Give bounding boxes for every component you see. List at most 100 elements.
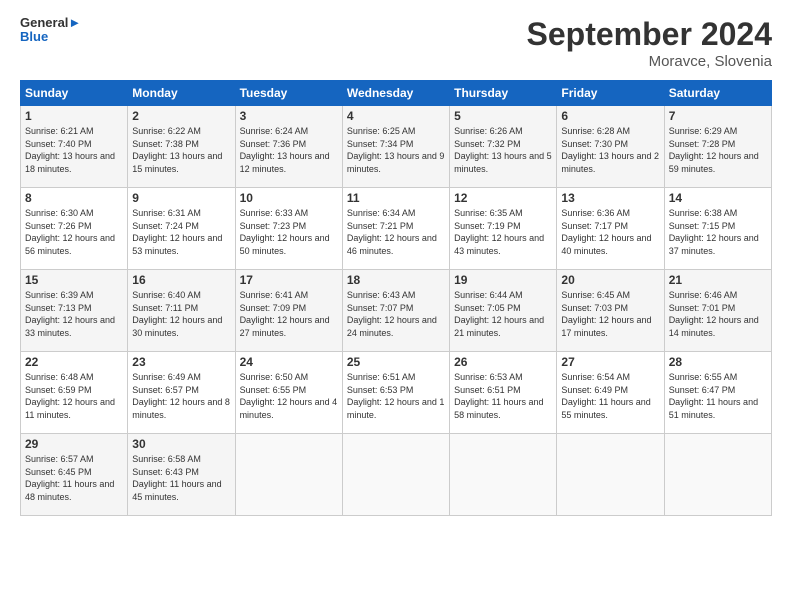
calendar-cell <box>450 434 557 516</box>
day-number: 25 <box>347 355 445 369</box>
table-row: 22 Sunrise: 6:48 AMSunset: 6:59 PMDaylig… <box>21 352 772 434</box>
col-saturday: Saturday <box>664 81 771 106</box>
day-number: 24 <box>240 355 338 369</box>
calendar-table: Sunday Monday Tuesday Wednesday Thursday… <box>20 80 772 516</box>
cell-info: Sunrise: 6:25 AMSunset: 7:34 PMDaylight:… <box>347 125 445 175</box>
table-row: 1 Sunrise: 6:21 AMSunset: 7:40 PMDayligh… <box>21 106 772 188</box>
cell-info: Sunrise: 6:31 AMSunset: 7:24 PMDaylight:… <box>132 207 230 257</box>
day-number: 13 <box>561 191 659 205</box>
day-number: 23 <box>132 355 230 369</box>
cell-info: Sunrise: 6:33 AMSunset: 7:23 PMDaylight:… <box>240 207 338 257</box>
calendar-cell: 1 Sunrise: 6:21 AMSunset: 7:40 PMDayligh… <box>21 106 128 188</box>
day-number: 30 <box>132 437 230 451</box>
calendar-body: 1 Sunrise: 6:21 AMSunset: 7:40 PMDayligh… <box>21 106 772 516</box>
cell-info: Sunrise: 6:35 AMSunset: 7:19 PMDaylight:… <box>454 207 552 257</box>
cell-info: Sunrise: 6:55 AMSunset: 6:47 PMDaylight:… <box>669 371 767 421</box>
col-monday: Monday <box>128 81 235 106</box>
day-number: 20 <box>561 273 659 287</box>
calendar-cell: 12 Sunrise: 6:35 AMSunset: 7:19 PMDaylig… <box>450 188 557 270</box>
calendar-cell: 14 Sunrise: 6:38 AMSunset: 7:15 PMDaylig… <box>664 188 771 270</box>
cell-info: Sunrise: 6:29 AMSunset: 7:28 PMDaylight:… <box>669 125 767 175</box>
cell-info: Sunrise: 6:48 AMSunset: 6:59 PMDaylight:… <box>25 371 123 421</box>
cell-info: Sunrise: 6:36 AMSunset: 7:17 PMDaylight:… <box>561 207 659 257</box>
calendar-cell: 19 Sunrise: 6:44 AMSunset: 7:05 PMDaylig… <box>450 270 557 352</box>
cell-info: Sunrise: 6:44 AMSunset: 7:05 PMDaylight:… <box>454 289 552 339</box>
calendar-cell: 22 Sunrise: 6:48 AMSunset: 6:59 PMDaylig… <box>21 352 128 434</box>
day-number: 15 <box>25 273 123 287</box>
cell-info: Sunrise: 6:28 AMSunset: 7:30 PMDaylight:… <box>561 125 659 175</box>
day-number: 19 <box>454 273 552 287</box>
calendar-cell: 15 Sunrise: 6:39 AMSunset: 7:13 PMDaylig… <box>21 270 128 352</box>
calendar-cell: 2 Sunrise: 6:22 AMSunset: 7:38 PMDayligh… <box>128 106 235 188</box>
day-number: 29 <box>25 437 123 451</box>
day-number: 10 <box>240 191 338 205</box>
cell-info: Sunrise: 6:49 AMSunset: 6:57 PMDaylight:… <box>132 371 230 421</box>
location: Moravce, Slovenia <box>527 53 772 70</box>
cell-info: Sunrise: 6:58 AMSunset: 6:43 PMDaylight:… <box>132 453 230 503</box>
day-number: 26 <box>454 355 552 369</box>
day-number: 11 <box>347 191 445 205</box>
header-row: Sunday Monday Tuesday Wednesday Thursday… <box>21 81 772 106</box>
day-number: 12 <box>454 191 552 205</box>
cell-info: Sunrise: 6:57 AMSunset: 6:45 PMDaylight:… <box>25 453 123 503</box>
day-number: 4 <box>347 109 445 123</box>
cell-info: Sunrise: 6:21 AMSunset: 7:40 PMDaylight:… <box>25 125 123 175</box>
calendar-cell: 6 Sunrise: 6:28 AMSunset: 7:30 PMDayligh… <box>557 106 664 188</box>
cell-info: Sunrise: 6:43 AMSunset: 7:07 PMDaylight:… <box>347 289 445 339</box>
day-number: 14 <box>669 191 767 205</box>
day-number: 1 <box>25 109 123 123</box>
day-number: 6 <box>561 109 659 123</box>
cell-info: Sunrise: 6:30 AMSunset: 7:26 PMDaylight:… <box>25 207 123 257</box>
cell-info: Sunrise: 6:40 AMSunset: 7:11 PMDaylight:… <box>132 289 230 339</box>
calendar-cell: 24 Sunrise: 6:50 AMSunset: 6:55 PMDaylig… <box>235 352 342 434</box>
calendar-cell: 8 Sunrise: 6:30 AMSunset: 7:26 PMDayligh… <box>21 188 128 270</box>
cell-info: Sunrise: 6:41 AMSunset: 7:09 PMDaylight:… <box>240 289 338 339</box>
day-number: 5 <box>454 109 552 123</box>
calendar-cell: 3 Sunrise: 6:24 AMSunset: 7:36 PMDayligh… <box>235 106 342 188</box>
calendar-cell: 29 Sunrise: 6:57 AMSunset: 6:45 PMDaylig… <box>21 434 128 516</box>
calendar-cell: 25 Sunrise: 6:51 AMSunset: 6:53 PMDaylig… <box>342 352 449 434</box>
calendar-cell: 16 Sunrise: 6:40 AMSunset: 7:11 PMDaylig… <box>128 270 235 352</box>
calendar-cell: 4 Sunrise: 6:25 AMSunset: 7:34 PMDayligh… <box>342 106 449 188</box>
calendar-cell: 13 Sunrise: 6:36 AMSunset: 7:17 PMDaylig… <box>557 188 664 270</box>
calendar-cell <box>664 434 771 516</box>
cell-info: Sunrise: 6:39 AMSunset: 7:13 PMDaylight:… <box>25 289 123 339</box>
day-number: 8 <box>25 191 123 205</box>
calendar-cell: 20 Sunrise: 6:45 AMSunset: 7:03 PMDaylig… <box>557 270 664 352</box>
calendar-cell: 9 Sunrise: 6:31 AMSunset: 7:24 PMDayligh… <box>128 188 235 270</box>
cell-info: Sunrise: 6:22 AMSunset: 7:38 PMDaylight:… <box>132 125 230 175</box>
calendar-cell: 7 Sunrise: 6:29 AMSunset: 7:28 PMDayligh… <box>664 106 771 188</box>
day-number: 7 <box>669 109 767 123</box>
calendar-cell: 17 Sunrise: 6:41 AMSunset: 7:09 PMDaylig… <box>235 270 342 352</box>
calendar-cell: 21 Sunrise: 6:46 AMSunset: 7:01 PMDaylig… <box>664 270 771 352</box>
table-row: 8 Sunrise: 6:30 AMSunset: 7:26 PMDayligh… <box>21 188 772 270</box>
col-thursday: Thursday <box>450 81 557 106</box>
table-row: 15 Sunrise: 6:39 AMSunset: 7:13 PMDaylig… <box>21 270 772 352</box>
calendar-cell: 23 Sunrise: 6:49 AMSunset: 6:57 PMDaylig… <box>128 352 235 434</box>
month-title: September 2024 <box>527 16 772 53</box>
day-number: 2 <box>132 109 230 123</box>
day-number: 21 <box>669 273 767 287</box>
cell-info: Sunrise: 6:34 AMSunset: 7:21 PMDaylight:… <box>347 207 445 257</box>
day-number: 16 <box>132 273 230 287</box>
calendar-cell: 27 Sunrise: 6:54 AMSunset: 6:49 PMDaylig… <box>557 352 664 434</box>
cell-info: Sunrise: 6:46 AMSunset: 7:01 PMDaylight:… <box>669 289 767 339</box>
calendar-cell <box>557 434 664 516</box>
calendar-cell <box>342 434 449 516</box>
calendar-cell: 26 Sunrise: 6:53 AMSunset: 6:51 PMDaylig… <box>450 352 557 434</box>
day-number: 18 <box>347 273 445 287</box>
calendar-cell: 11 Sunrise: 6:34 AMSunset: 7:21 PMDaylig… <box>342 188 449 270</box>
calendar-cell: 10 Sunrise: 6:33 AMSunset: 7:23 PMDaylig… <box>235 188 342 270</box>
calendar-cell: 30 Sunrise: 6:58 AMSunset: 6:43 PMDaylig… <box>128 434 235 516</box>
cell-info: Sunrise: 6:50 AMSunset: 6:55 PMDaylight:… <box>240 371 338 421</box>
col-friday: Friday <box>557 81 664 106</box>
logo: General► Blue <box>20 16 81 45</box>
table-row: 29 Sunrise: 6:57 AMSunset: 6:45 PMDaylig… <box>21 434 772 516</box>
calendar-cell: 18 Sunrise: 6:43 AMSunset: 7:07 PMDaylig… <box>342 270 449 352</box>
day-number: 3 <box>240 109 338 123</box>
day-number: 28 <box>669 355 767 369</box>
day-number: 27 <box>561 355 659 369</box>
cell-info: Sunrise: 6:45 AMSunset: 7:03 PMDaylight:… <box>561 289 659 339</box>
calendar-cell: 28 Sunrise: 6:55 AMSunset: 6:47 PMDaylig… <box>664 352 771 434</box>
page: General► Blue September 2024 Moravce, Sl… <box>0 0 792 612</box>
